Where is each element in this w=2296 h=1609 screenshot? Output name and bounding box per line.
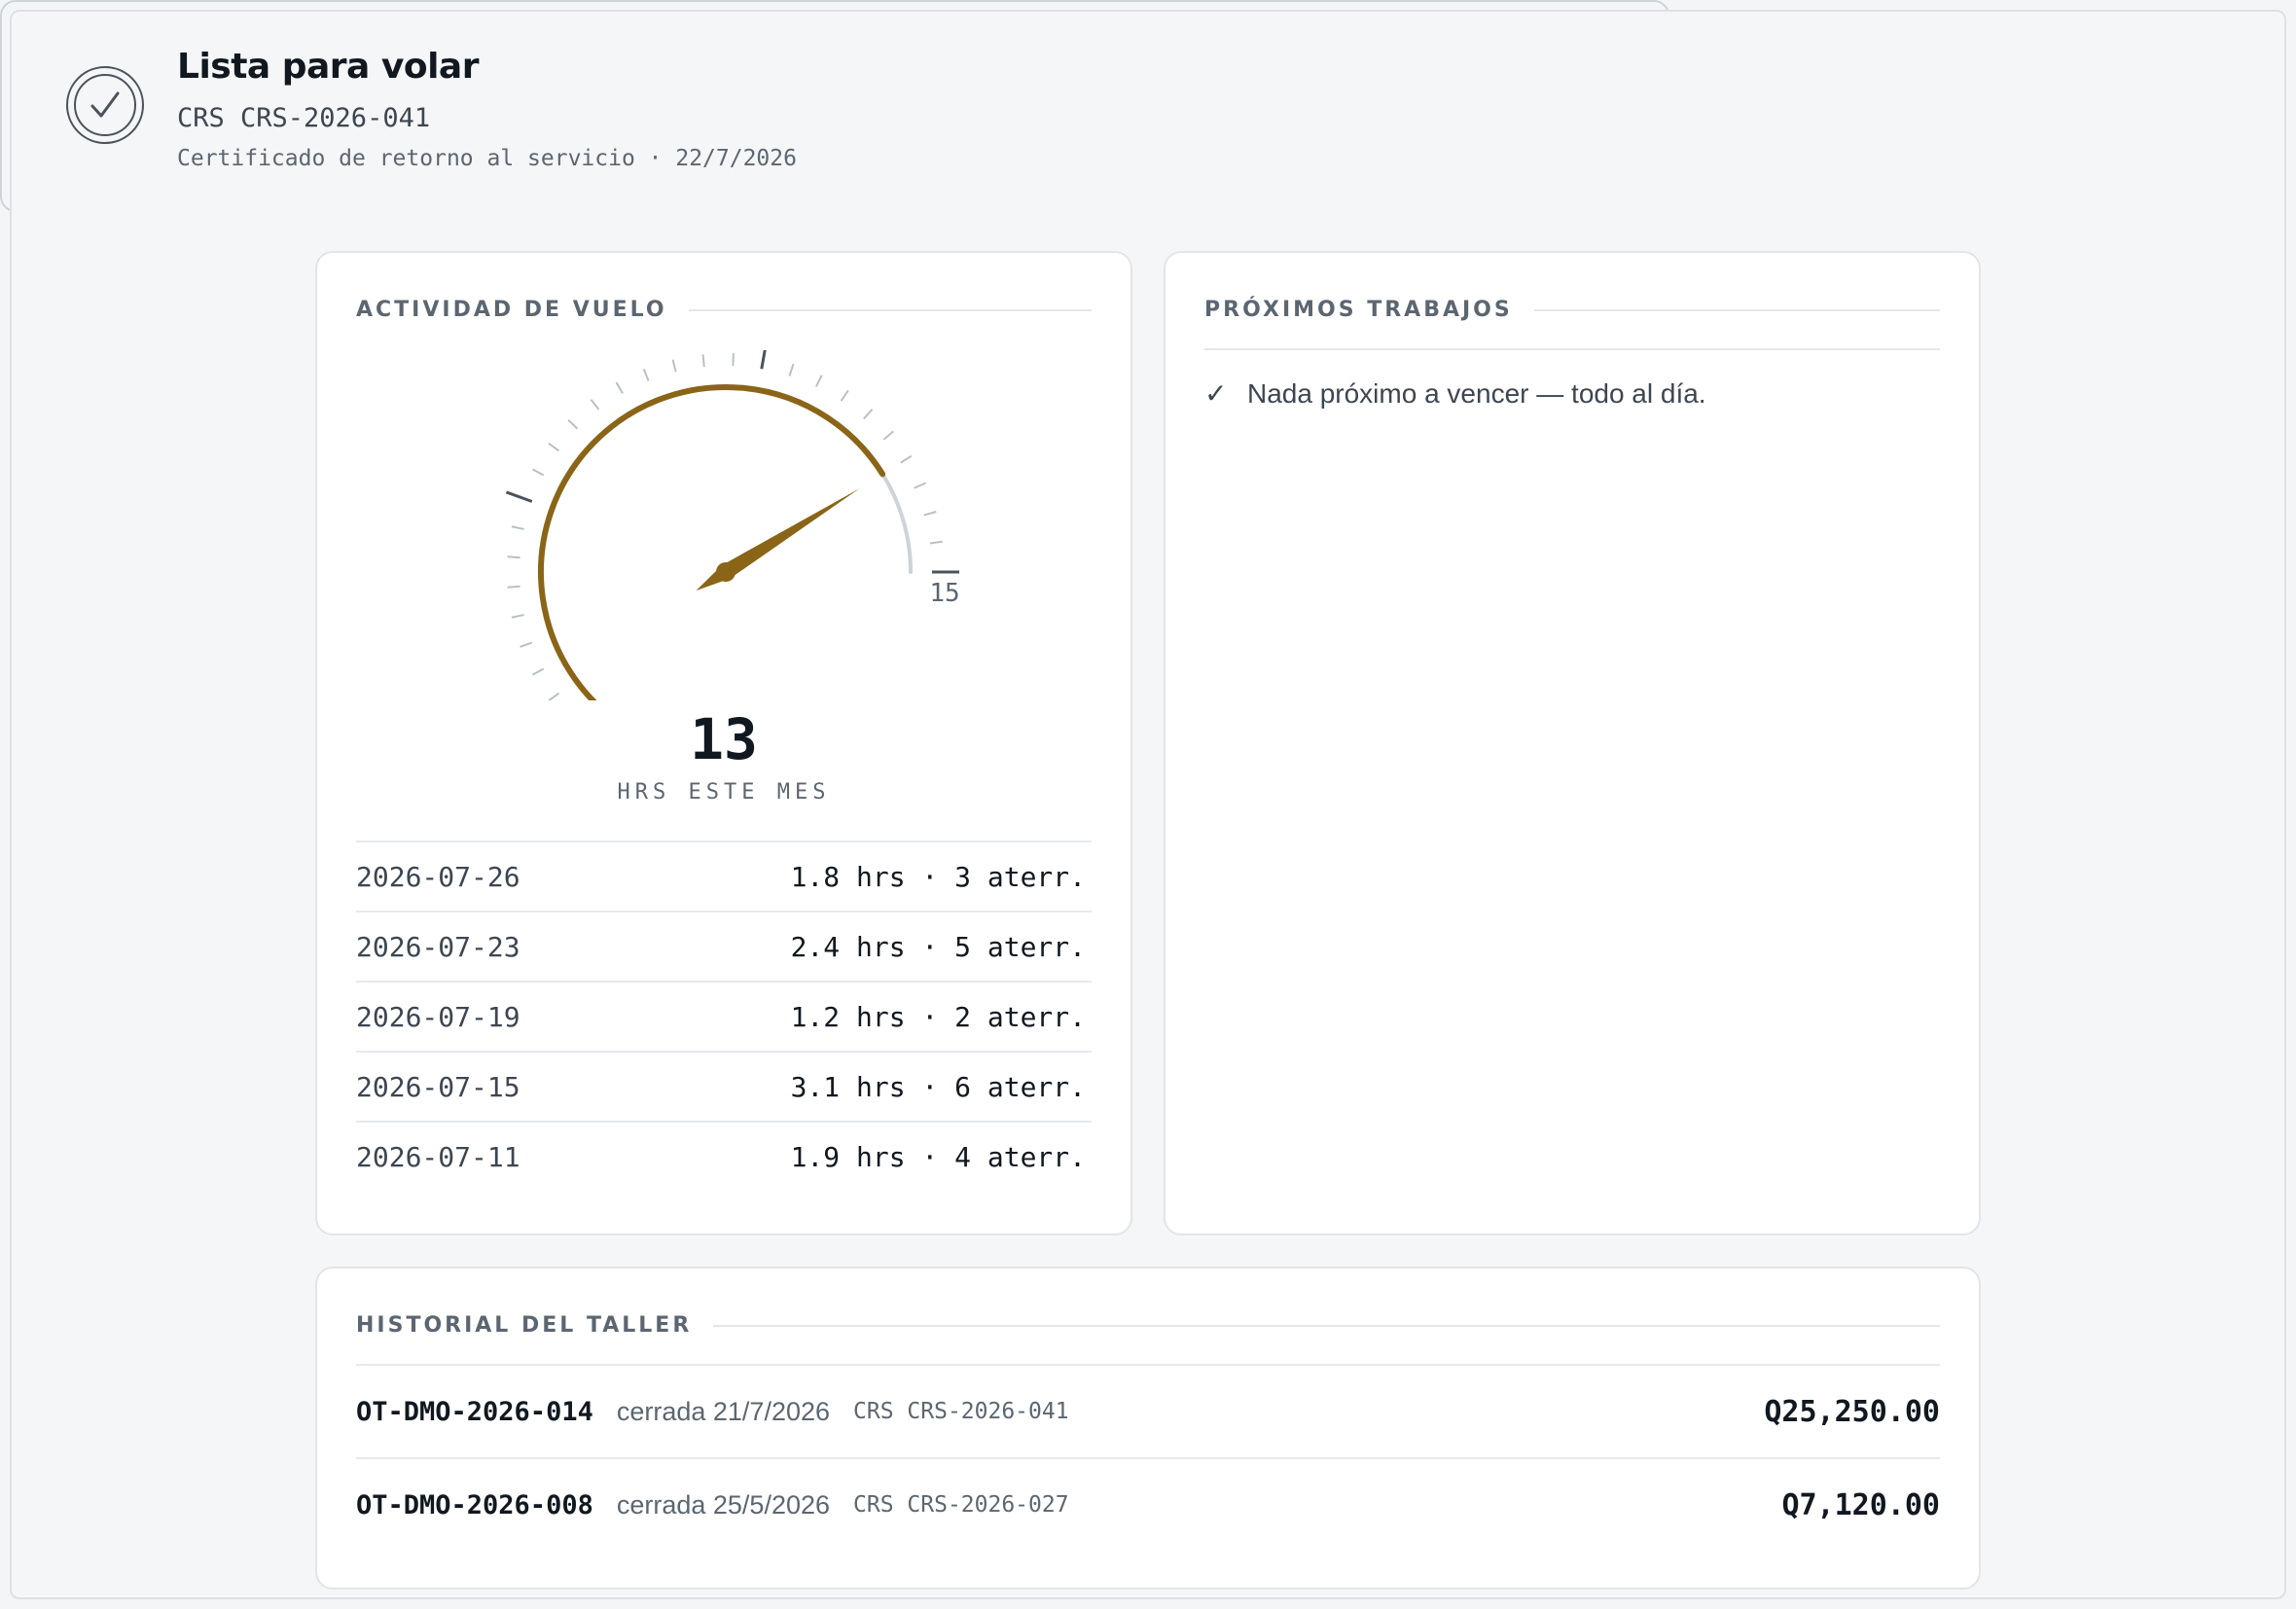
history-table: OT-DMO-2026-014 cerrada 21/7/2026 CRS CR… [356,1364,1940,1551]
flight-log-row: 2026-07-26 1.8 hrs · 3 aterr. [356,840,1092,911]
flight-stats: 1.9 hrs · 4 aterr. [790,1140,1086,1173]
work-order-row[interactable]: OT-DMO-2026-014 cerrada 21/7/2026 CRS CR… [356,1364,1940,1457]
check-circle-icon [66,66,144,144]
gauge-minor-tick [671,359,677,373]
gauge-minor-tick [642,369,650,381]
gauge-value-arc [538,383,886,700]
gauge-ticks [505,350,959,700]
status-subtitle: Certificado de retorno al servicio · 22/… [177,146,797,171]
history-title: HISTORIAL DEL TALLER [356,1313,693,1338]
gauge-minor-tick [815,375,823,387]
gauge-minor-tick [615,381,624,394]
status-card: Lista para volar CRS CRS-2026-041 Certif… [0,0,2286,1599]
work-order-id[interactable]: OT-DMO-2026-008 [356,1490,593,1520]
gauge-minor-tick [548,442,560,452]
work-order-closed-date: cerrada 25/5/2026 [616,1489,831,1520]
gauge-minor-tick [507,555,520,559]
gauge-hub [716,562,735,582]
work-order-crs: CRS CRS-2026-027 [853,1492,1069,1518]
flight-date: 2026-07-15 [356,1070,520,1103]
gauge-minor-tick [788,363,795,376]
workshop-history-card: HISTORIAL DEL TALLER OT-DMO-2026-014 cer… [315,1267,1981,1590]
heading-divider [688,308,1092,311]
flight-date: 2026-07-26 [356,860,520,893]
gauge-minor-tick [507,585,520,589]
work-order-id[interactable]: OT-DMO-2026-014 [356,1397,593,1427]
gauge-minor-tick [548,692,560,700]
work-order-closed-date: cerrada 21/7/2026 [616,1396,831,1426]
gauge-minor-tick [531,468,545,477]
flight-log-table: 2026-07-26 1.8 hrs · 3 aterr. 2026-07-23… [356,840,1092,1191]
upcoming-work-card: PRÓXIMOS TRABAJOS ✓ Nada próximo a vence… [1164,251,1981,1235]
gauge-minor-tick [567,418,579,430]
flight-activity-card: ACTIVIDAD DE VUELO 0 15 13 HRS ESTE MES … [315,251,1132,1235]
work-order-amount: Q7,120.00 [1781,1487,1940,1522]
flight-activity-heading: ACTIVIDAD DE VUELO [356,298,1092,322]
flight-date: 2026-07-19 [356,1000,520,1033]
gauge-major-tick [760,350,767,370]
flight-log-row: 2026-07-23 2.4 hrs · 5 aterr. [356,911,1092,981]
gauge-minor-tick [511,614,524,619]
upcoming-title: PRÓXIMOS TRABAJOS [1204,298,1513,322]
upcoming-heading: PRÓXIMOS TRABAJOS [1204,298,1940,322]
flight-log-row: 2026-07-15 3.1 hrs · 6 aterr. [356,1051,1092,1121]
work-order-row[interactable]: OT-DMO-2026-008 cerrada 25/5/2026 CRS CR… [356,1457,1940,1551]
flight-activity-title: ACTIVIDAD DE VUELO [356,298,667,322]
flight-log-row: 2026-07-19 1.2 hrs · 2 aterr. [356,981,1092,1051]
work-order-amount: Q25,250.00 [1764,1394,1940,1429]
flight-stats: 2.4 hrs · 5 aterr. [790,930,1086,963]
gauge-track [539,385,913,700]
gauge-minor-tick [590,399,600,411]
gauge-minor-tick [923,511,937,517]
gauge-minor-tick [701,354,705,368]
gauge-minor-tick [531,667,545,676]
upcoming-divider [1204,348,1940,350]
gauge-major-tick [505,490,533,503]
work-order-crs: CRS CRS-2026-041 [853,1399,1069,1424]
upcoming-message: Nada próximo a vencer — todo al día. [1247,377,1706,409]
gauge-minor-tick [520,641,533,648]
gauge-caption: HRS ESTE MES [617,780,831,804]
flight-date: 2026-07-11 [356,1140,520,1173]
flight-log-row: 2026-07-11 1.9 hrs · 4 aterr. [356,1121,1092,1191]
gauge-minor-tick [914,482,926,489]
hours-gauge: 0 15 [505,350,959,700]
status-title: Lista para volar [177,47,479,87]
checkmark-icon: ✓ [1204,378,1228,409]
gauge-minor-tick [882,430,895,441]
gauge-minor-tick [900,454,913,464]
gauge-minor-tick [511,525,524,530]
flight-date: 2026-07-23 [356,930,520,963]
gauge-minor-tick [929,540,943,545]
history-heading: HISTORIAL DEL TALLER [356,1313,1940,1338]
heading-divider [1533,308,1940,311]
gauge-value: 13 [690,706,758,772]
heading-divider [713,1324,1940,1327]
status-crs-number: CRS CRS-2026-041 [177,103,431,133]
gauge-minor-tick [840,389,849,402]
flight-stats: 1.2 hrs · 2 aterr. [790,1000,1086,1033]
flight-stats: 1.8 hrs · 3 aterr. [790,860,1086,893]
flight-stats: 3.1 hrs · 6 aterr. [790,1070,1086,1103]
gauge-max-label: 15 [929,579,959,608]
upcoming-empty-state: ✓ Nada próximo a vencer — todo al día. [1204,377,1706,410]
gauge-minor-tick [863,409,874,420]
